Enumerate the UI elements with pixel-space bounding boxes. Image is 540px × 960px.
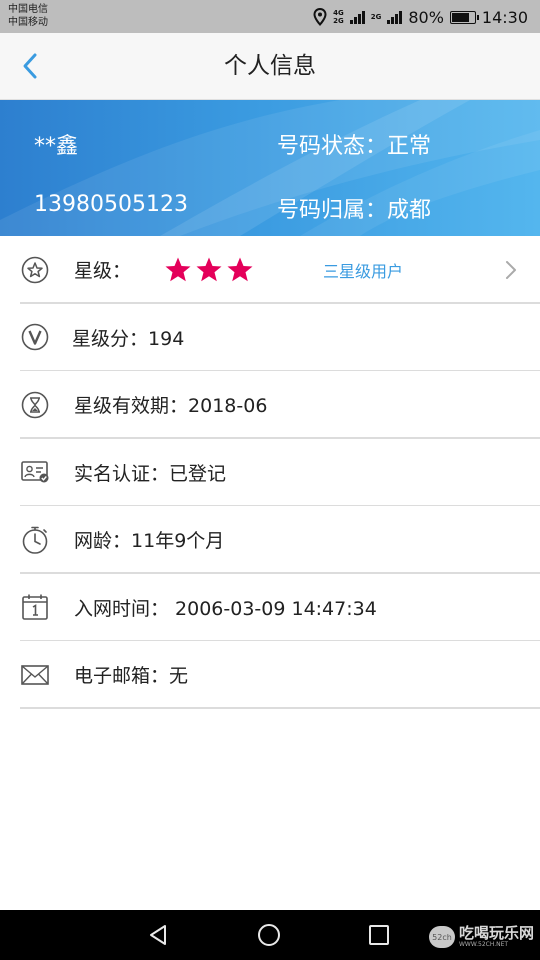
star-score-text: 星级分：194 (72, 324, 184, 351)
stopwatch-icon (18, 523, 52, 557)
circle-home-icon (258, 924, 280, 946)
email-value: 无 (169, 665, 189, 688)
page-title: 个人信息 (224, 53, 316, 79)
star-icon (196, 257, 222, 282)
number-region-label: 号码归属： (277, 198, 388, 223)
star-icon (227, 257, 253, 282)
envelope-icon (18, 658, 52, 692)
site-watermark: 52ch 吃喝玩乐网 WWW.52CH.NET (428, 924, 534, 950)
join-time-label: 入网时间： (74, 597, 170, 620)
chevron-right-icon[interactable] (504, 259, 518, 281)
system-nav-bar: 52ch 吃喝玩乐网 WWW.52CH.NET (0, 910, 540, 960)
account-banner: **鑫 13980505123 号码状态：正常 号码归属：成都 (0, 100, 540, 236)
star-score-label: 星级分： (72, 327, 149, 350)
status-icons: 4G 2G 2G 80% 14:30 (313, 6, 528, 28)
star-rating (164, 256, 254, 284)
nav-recent-button[interactable] (349, 910, 409, 960)
watermark-text: 吃喝玩乐网 WWW.52CH.NET (459, 926, 534, 948)
email-label: 电子邮箱： (74, 665, 170, 688)
number-status-value: 正常 (387, 134, 432, 159)
back-button[interactable] (12, 47, 48, 85)
row-network-age: 网龄：11年9个月 (0, 506, 540, 574)
row-star-score: 星级分：194 (0, 304, 540, 372)
location-icon (313, 8, 327, 26)
status-bar: 中国电信 中国移动 4G 2G 2G 80% 14:30 (0, 0, 540, 33)
carrier-1: 中国电信 (8, 4, 48, 15)
network-4g-tag: 4G 2G (333, 9, 344, 25)
real-name-value: 已登记 (169, 462, 227, 485)
star-icon (165, 257, 191, 282)
row-join-time: 入网时间： 2006-03-09 14:47:34 (0, 574, 540, 642)
watermark-main: 吃喝玩乐网 (458, 924, 534, 942)
app-header: 个人信息 (0, 33, 540, 100)
number-status-label: 号码状态： (277, 134, 388, 159)
id-card-icon (18, 455, 52, 489)
carrier-2: 中国移动 (8, 17, 48, 28)
network-age-text: 网龄：11年9个月 (74, 526, 224, 553)
user-name: **鑫 (34, 134, 79, 159)
info-list: 星级： 三星级用户 星级分：194 星级有效期：2018-06 实名认证：已登记… (0, 236, 540, 709)
triangle-back-icon (150, 925, 166, 945)
star-score-value: 194 (148, 327, 185, 350)
row-star-validity: 星级有效期：2018-06 (0, 371, 540, 439)
signal-1-icon (349, 10, 365, 24)
star-validity-text: 星级有效期：2018-06 (74, 391, 267, 418)
star-level-text[interactable]: 三星级用户 (323, 258, 403, 282)
nav-back-button[interactable] (128, 910, 188, 960)
row-email: 电子邮箱：无 (0, 641, 540, 709)
email-text: 电子邮箱：无 (74, 661, 188, 688)
number-region-value: 成都 (387, 198, 432, 223)
row-real-name: 实名认证：已登记 (0, 439, 540, 507)
network-2g-tag: 2G (370, 13, 382, 21)
join-time-text: 入网时间： 2006-03-09 14:47:34 (74, 594, 377, 621)
number-region: 号码归属：成都 (277, 192, 431, 224)
star-circle-icon (18, 253, 52, 287)
real-name-text: 实名认证：已登记 (74, 459, 226, 486)
watermark-badge: 52ch (428, 926, 455, 948)
nav-home-button[interactable] (239, 910, 299, 960)
star-level-label: 星级： (74, 260, 132, 283)
square-recent-icon (369, 925, 389, 945)
row-star-level[interactable]: 星级： 三星级用户 (0, 236, 540, 304)
battery-icon (449, 10, 479, 24)
real-name-label: 实名认证： (74, 462, 170, 485)
join-time-value: 2006-03-09 14:47:34 (175, 597, 377, 620)
network-age-value: 11年9个月 (131, 530, 225, 553)
v-circle-icon (18, 320, 52, 354)
signal-2-icon (387, 10, 403, 24)
hourglass-icon (18, 388, 52, 422)
network-age-label: 网龄： (74, 530, 132, 553)
star-validity-label: 星级有效期： (74, 395, 189, 418)
chevron-left-icon (23, 53, 37, 79)
star-validity-value: 2018-06 (188, 395, 268, 418)
battery-percent: 80% (408, 7, 444, 27)
watermark-sub: WWW.52CH.NET (458, 941, 509, 948)
clock: 14:30 (481, 7, 528, 27)
calendar-icon (18, 590, 52, 624)
number-status: 号码状态：正常 (277, 128, 431, 160)
phone-number: 13980505123 (34, 192, 188, 217)
